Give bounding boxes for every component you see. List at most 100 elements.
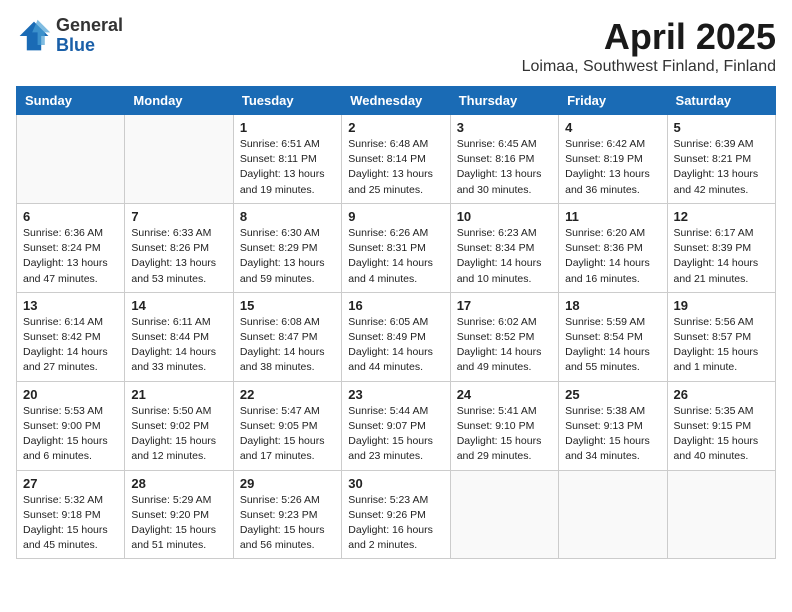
day-info: Sunrise: 5:47 AMSunset: 9:05 PMDaylight:… [240, 404, 335, 465]
day-number: 21 [131, 387, 226, 402]
day-number: 17 [457, 298, 552, 313]
day-number: 29 [240, 476, 335, 491]
calendar-cell: 13Sunrise: 6:14 AMSunset: 8:42 PMDayligh… [17, 292, 125, 381]
day-info: Sunrise: 6:05 AMSunset: 8:49 PMDaylight:… [348, 315, 443, 376]
calendar-cell: 28 Sunrise: 5:29 AMSunset: 9:20 PMDayligh… [125, 470, 233, 559]
calendar-cell: 4 Sunrise: 6:42 AMSunset: 8:19 PMDaylight… [559, 115, 667, 204]
weekday-header-sunday: Sunday [17, 87, 125, 115]
day-number: 30 [348, 476, 443, 491]
day-number: 23 [348, 387, 443, 402]
page-header: General Blue April 2025 Loimaa, Southwes… [16, 16, 776, 76]
day-info: Sunrise: 5:56 AMSunset: 8:57 PMDaylight:… [674, 315, 769, 376]
day-number: 9 [348, 209, 443, 224]
day-info: Sunrise: 6:30 AMSunset: 8:29 PMDaylight:… [240, 226, 335, 287]
day-info: Sunrise: 5:29 AMSunset: 9:20 PMDaylight:… [131, 493, 226, 554]
calendar-cell: 30 Sunrise: 5:23 AMSunset: 9:26 PMDayligh… [342, 470, 450, 559]
calendar-cell: 26 Sunrise: 5:35 AMSunset: 9:15 PMDayligh… [667, 381, 775, 470]
calendar-cell: 1 Sunrise: 6:51 AMSunset: 8:11 PMDaylight… [233, 115, 341, 204]
calendar-week-row: 27Sunrise: 5:32 AMSunset: 9:18 PMDayligh… [17, 470, 776, 559]
calendar-cell: 21 Sunrise: 5:50 AMSunset: 9:02 PMDayligh… [125, 381, 233, 470]
calendar-cell: 27Sunrise: 5:32 AMSunset: 9:18 PMDayligh… [17, 470, 125, 559]
day-number: 7 [131, 209, 226, 224]
day-number: 8 [240, 209, 335, 224]
calendar-cell: 18 Sunrise: 5:59 AMSunset: 8:54 PMDayligh… [559, 292, 667, 381]
day-info: Sunrise: 6:36 AMSunset: 8:24 PMDaylight:… [23, 226, 118, 287]
day-number: 25 [565, 387, 660, 402]
calendar-cell: 24 Sunrise: 5:41 AMSunset: 9:10 PMDayligh… [450, 381, 558, 470]
day-number: 13 [23, 298, 118, 313]
day-info: Sunrise: 6:33 AMSunset: 8:26 PMDaylight:… [131, 226, 226, 287]
calendar-cell: 29Sunrise: 5:26 AMSunset: 9:23 PMDayligh… [233, 470, 341, 559]
calendar-cell: 25Sunrise: 5:38 AMSunset: 9:13 PMDayligh… [559, 381, 667, 470]
title-area: April 2025 Loimaa, Southwest Finland, Fi… [522, 16, 776, 76]
weekday-header-monday: Monday [125, 87, 233, 115]
calendar-cell: 14 Sunrise: 6:11 AMSunset: 8:44 PMDayligh… [125, 292, 233, 381]
day-number: 10 [457, 209, 552, 224]
day-number: 20 [23, 387, 118, 402]
day-info: Sunrise: 6:02 AMSunset: 8:52 PMDaylight:… [457, 315, 552, 376]
calendar-subtitle: Loimaa, Southwest Finland, Finland [522, 58, 776, 76]
calendar-cell: 10 Sunrise: 6:23 AMSunset: 8:34 PMDayligh… [450, 203, 558, 292]
day-number: 19 [674, 298, 769, 313]
day-info: Sunrise: 6:51 AMSunset: 8:11 PMDaylight:… [240, 137, 335, 198]
day-number: 11 [565, 209, 660, 224]
day-info: Sunrise: 6:08 AMSunset: 8:47 PMDaylight:… [240, 315, 335, 376]
day-info: Sunrise: 5:59 AMSunset: 8:54 PMDaylight:… [565, 315, 660, 376]
day-number: 4 [565, 120, 660, 135]
calendar-cell: 9Sunrise: 6:26 AMSunset: 8:31 PMDaylight… [342, 203, 450, 292]
calendar-cell [667, 470, 775, 559]
calendar-cell: 8 Sunrise: 6:30 AMSunset: 8:29 PMDaylight… [233, 203, 341, 292]
day-number: 14 [131, 298, 226, 313]
calendar-cell: 16Sunrise: 6:05 AMSunset: 8:49 PMDayligh… [342, 292, 450, 381]
weekday-header-wednesday: Wednesday [342, 87, 450, 115]
calendar-week-row: 13Sunrise: 6:14 AMSunset: 8:42 PMDayligh… [17, 292, 776, 381]
calendar-cell: 12Sunrise: 6:17 AMSunset: 8:39 PMDayligh… [667, 203, 775, 292]
day-info: Sunrise: 6:45 AMSunset: 8:16 PMDaylight:… [457, 137, 552, 198]
day-number: 2 [348, 120, 443, 135]
calendar-week-row: 1 Sunrise: 6:51 AMSunset: 8:11 PMDaylight… [17, 115, 776, 204]
day-info: Sunrise: 6:42 AMSunset: 8:19 PMDaylight:… [565, 137, 660, 198]
calendar-table: SundayMondayTuesdayWednesdayThursdayFrid… [16, 86, 776, 559]
weekday-header-row: SundayMondayTuesdayWednesdayThursdayFrid… [17, 87, 776, 115]
calendar-cell: 2 Sunrise: 6:48 AMSunset: 8:14 PMDaylight… [342, 115, 450, 204]
day-number: 24 [457, 387, 552, 402]
logo: General Blue [16, 16, 123, 56]
day-number: 3 [457, 120, 552, 135]
day-info: Sunrise: 6:11 AMSunset: 8:44 PMDaylight:… [131, 315, 226, 376]
calendar-cell: 11 Sunrise: 6:20 AMSunset: 8:36 PMDayligh… [559, 203, 667, 292]
day-info: Sunrise: 6:39 AMSunset: 8:21 PMDaylight:… [674, 137, 769, 198]
day-info: Sunrise: 6:48 AMSunset: 8:14 PMDaylight:… [348, 137, 443, 198]
day-info: Sunrise: 5:44 AMSunset: 9:07 PMDaylight:… [348, 404, 443, 465]
day-number: 15 [240, 298, 335, 313]
weekday-header-saturday: Saturday [667, 87, 775, 115]
calendar-cell: 3 Sunrise: 6:45 AMSunset: 8:16 PMDaylight… [450, 115, 558, 204]
calendar-week-row: 20 Sunrise: 5:53 AMSunset: 9:00 PMDayligh… [17, 381, 776, 470]
weekday-header-tuesday: Tuesday [233, 87, 341, 115]
day-number: 18 [565, 298, 660, 313]
day-info: Sunrise: 5:50 AMSunset: 9:02 PMDaylight:… [131, 404, 226, 465]
day-info: Sunrise: 5:23 AMSunset: 9:26 PMDaylight:… [348, 493, 443, 554]
weekday-header-thursday: Thursday [450, 87, 558, 115]
day-number: 12 [674, 209, 769, 224]
calendar-cell: 20 Sunrise: 5:53 AMSunset: 9:00 PMDayligh… [17, 381, 125, 470]
day-info: Sunrise: 6:20 AMSunset: 8:36 PMDaylight:… [565, 226, 660, 287]
weekday-header-friday: Friday [559, 87, 667, 115]
calendar-cell: 19 Sunrise: 5:56 AMSunset: 8:57 PMDayligh… [667, 292, 775, 381]
day-info: Sunrise: 5:35 AMSunset: 9:15 PMDaylight:… [674, 404, 769, 465]
day-number: 6 [23, 209, 118, 224]
calendar-cell: 23 Sunrise: 5:44 AMSunset: 9:07 PMDayligh… [342, 381, 450, 470]
day-number: 28 [131, 476, 226, 491]
calendar-cell: 17 Sunrise: 6:02 AMSunset: 8:52 PMDayligh… [450, 292, 558, 381]
calendar-title: April 2025 [522, 16, 776, 58]
calendar-cell [450, 470, 558, 559]
day-info: Sunrise: 5:53 AMSunset: 9:00 PMDaylight:… [23, 404, 118, 465]
calendar-cell: 6 Sunrise: 6:36 AMSunset: 8:24 PMDaylight… [17, 203, 125, 292]
calendar-cell: 7 Sunrise: 6:33 AMSunset: 8:26 PMDaylight… [125, 203, 233, 292]
day-info: Sunrise: 6:23 AMSunset: 8:34 PMDaylight:… [457, 226, 552, 287]
day-info: Sunrise: 5:41 AMSunset: 9:10 PMDaylight:… [457, 404, 552, 465]
calendar-cell: 22Sunrise: 5:47 AMSunset: 9:05 PMDayligh… [233, 381, 341, 470]
logo-general-text: General [56, 16, 123, 36]
day-number: 1 [240, 120, 335, 135]
day-number: 26 [674, 387, 769, 402]
calendar-cell [125, 115, 233, 204]
